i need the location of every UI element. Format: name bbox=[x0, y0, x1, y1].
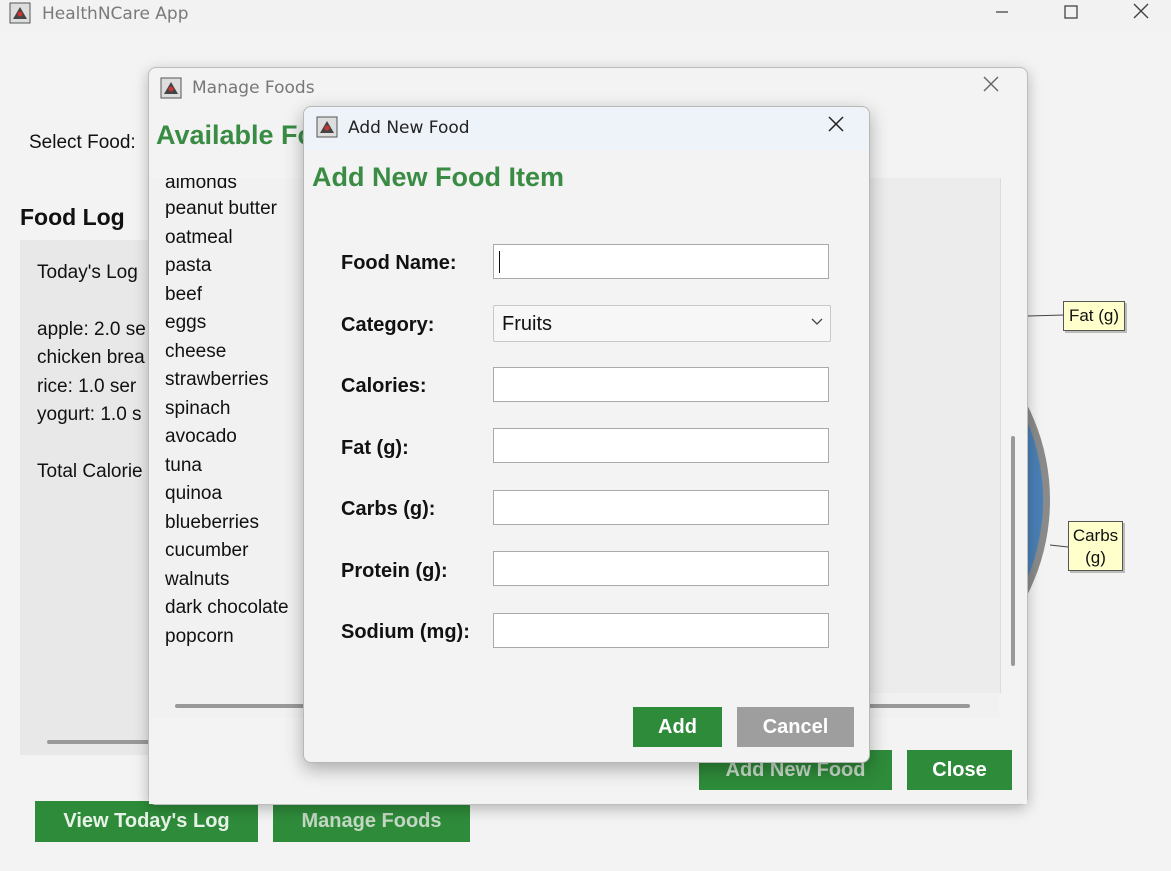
food-name-input[interactable] bbox=[493, 244, 829, 279]
add-new-food-titlebar: Add New Food bbox=[304, 107, 869, 150]
list-item[interactable]: cheese bbox=[165, 341, 226, 363]
calories-input[interactable] bbox=[493, 367, 829, 402]
carbs-callout-label: Carbs (g) bbox=[1068, 521, 1123, 571]
category-selected-value: Fruits bbox=[502, 313, 552, 335]
main-window-title: HealthNCare App bbox=[42, 4, 189, 24]
close-icon[interactable] bbox=[981, 74, 1001, 100]
carbs-label: Carbs (g): bbox=[341, 498, 436, 520]
list-item[interactable]: almonds bbox=[165, 178, 237, 194]
list-item[interactable]: avocado bbox=[165, 426, 237, 448]
fat-input[interactable] bbox=[493, 428, 829, 463]
fat-callout-label: Fat (g) bbox=[1063, 301, 1125, 331]
list-item[interactable]: dark chocolate bbox=[165, 597, 289, 619]
log-line: rice: 1.0 ser bbox=[37, 376, 137, 397]
add-food-heading: Add New Food Item bbox=[312, 162, 564, 192]
close-icon[interactable] bbox=[1121, 0, 1161, 30]
list-item[interactable]: cucumber bbox=[165, 540, 248, 562]
list-item[interactable]: quinoa bbox=[165, 483, 222, 505]
add-new-food-dialog: Add New Food Add New Food Item Food Name… bbox=[303, 106, 870, 763]
list-item[interactable]: pasta bbox=[165, 255, 211, 277]
category-label: Category: bbox=[341, 314, 435, 336]
minimize-icon[interactable] bbox=[982, 0, 1022, 30]
close-button[interactable]: Close bbox=[907, 750, 1012, 790]
app-icon bbox=[9, 2, 31, 24]
manage-foods-title: Manage Foods bbox=[192, 78, 315, 98]
list-item[interactable]: walnuts bbox=[165, 569, 229, 591]
log-line: apple: 2.0 se bbox=[37, 319, 146, 340]
fat-label: Fat (g): bbox=[341, 437, 409, 459]
protein-label: Protein (g): bbox=[341, 560, 448, 582]
cancel-button[interactable]: Cancel bbox=[737, 707, 854, 747]
food-log-heading: Food Log bbox=[20, 204, 125, 230]
list-item[interactable]: popcorn bbox=[165, 626, 234, 648]
manage-foods-titlebar: Manage Foods bbox=[149, 68, 1027, 110]
protein-input[interactable] bbox=[493, 551, 829, 586]
list-item[interactable]: strawberries bbox=[165, 369, 268, 391]
list-item[interactable]: spinach bbox=[165, 398, 231, 420]
list-vertical-scrollbar[interactable] bbox=[1011, 436, 1015, 666]
select-food-label: Select Food: bbox=[29, 132, 136, 153]
log-line: yogurt: 1.0 s bbox=[37, 404, 142, 425]
category-select[interactable]: Fruits bbox=[493, 305, 831, 342]
log-line: Total Calorie bbox=[37, 461, 143, 482]
list-panel-right bbox=[869, 178, 1001, 693]
log-line: chicken brea bbox=[37, 347, 145, 368]
add-button[interactable]: Add bbox=[633, 707, 722, 747]
sodium-label: Sodium (mg): bbox=[341, 621, 470, 643]
food-name-label: Food Name: bbox=[341, 252, 457, 274]
carbs-input[interactable] bbox=[493, 490, 829, 525]
text-caret bbox=[499, 251, 500, 273]
list-item[interactable]: eggs bbox=[165, 312, 206, 334]
app-icon bbox=[160, 77, 182, 99]
close-icon[interactable] bbox=[826, 114, 846, 140]
view-todays-log-button[interactable]: View Today's Log bbox=[35, 801, 258, 842]
main-titlebar: HealthNCare App bbox=[0, 0, 1171, 34]
calories-label: Calories: bbox=[341, 375, 427, 397]
app-icon bbox=[316, 116, 338, 138]
chevron-down-icon bbox=[810, 313, 824, 327]
list-item[interactable]: blueberries bbox=[165, 512, 259, 534]
list-item[interactable]: oatmeal bbox=[165, 227, 233, 249]
log-line: Today's Log bbox=[37, 262, 138, 283]
list-item[interactable]: beef bbox=[165, 284, 202, 306]
sodium-input[interactable] bbox=[493, 613, 829, 648]
add-new-food-title: Add New Food bbox=[348, 118, 470, 138]
list-item[interactable]: peanut butter bbox=[165, 198, 277, 220]
manage-foods-button[interactable]: Manage Foods bbox=[273, 801, 470, 842]
available-foods-heading: Available Fo bbox=[156, 120, 315, 150]
list-item[interactable]: tuna bbox=[165, 455, 202, 477]
log-horizontal-scrollbar[interactable] bbox=[47, 740, 157, 744]
maximize-icon[interactable] bbox=[1051, 0, 1091, 30]
